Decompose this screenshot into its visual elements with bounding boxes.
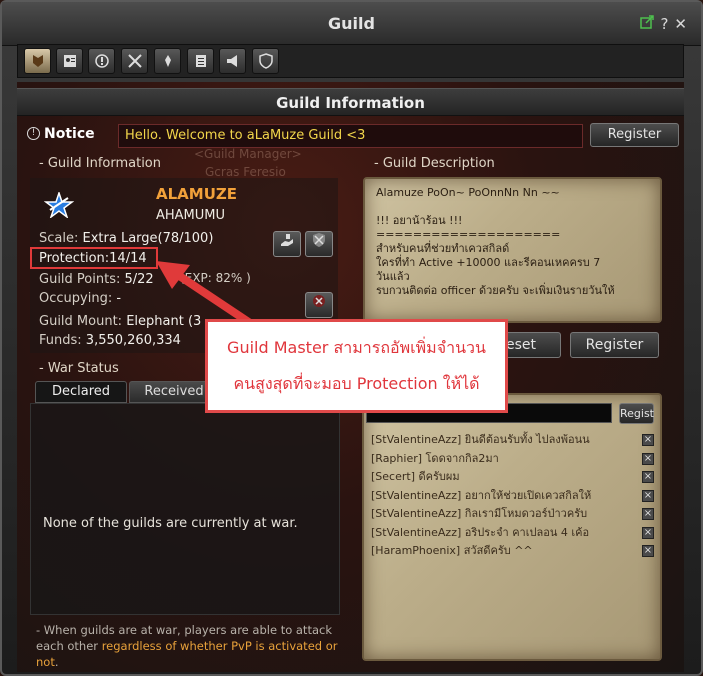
occupying-label: Occupying:: [39, 291, 113, 306]
chat-message: [StValentineAzz] ยินดีต้อนรับทั้ง ไปลงพ้…: [371, 431, 661, 450]
callout-line-1: Guild Master สามารถอัพเพิ่มจำนวน: [227, 338, 486, 357]
chat-message-text: [StValentineAzz] ยินดีต้อนรับทั้ง ไปลงพ้…: [371, 433, 590, 446]
war-status-section-title: - War Status: [39, 361, 119, 376]
window-title: Guild: [328, 14, 375, 33]
guild-desc-section-title: - Guild Description: [374, 156, 495, 171]
notice-icon[interactable]: [88, 48, 115, 74]
popout-icon[interactable]: [640, 15, 655, 32]
annotation-callout: Guild Master สามารถอัพเพิ่มจำนวน คนสูงสุ…: [205, 319, 508, 413]
delete-icon[interactable]: ×: [642, 526, 654, 539]
funds-value: 3,550,260,334: [85, 333, 181, 348]
member-icon[interactable]: [56, 48, 83, 74]
tab-declared[interactable]: Declared: [35, 381, 127, 403]
delete-icon[interactable]: ×: [642, 508, 654, 520]
ghost-text: Gcras Feresio: [205, 165, 286, 179]
delete-icon[interactable]: ×: [642, 452, 654, 465]
occupying-value: -: [116, 291, 122, 306]
chat-message-text: [Secert] ดีครับผม: [371, 470, 460, 483]
chat-message: [Secert] ดีครับผม ×: [371, 468, 661, 487]
chat-list: [StValentineAzz] ยินดีต้อนรับทั้ง ไปลงพ้…: [371, 431, 661, 561]
chat-message: [HaramPhoenix] สวัสดีครับ ^^ ×: [371, 542, 661, 561]
callout-line-2: คนสูงสุดที่จะมอบ Protection ให้ได้: [233, 374, 480, 393]
chat-message: [StValentineAzz] อริประจำ คาเปลอน 4 เค้อ…: [371, 524, 661, 543]
war-list-panel: [30, 403, 340, 615]
notice-register-button[interactable]: Register: [590, 123, 679, 147]
delete-icon[interactable]: ×: [642, 489, 654, 502]
chat-message-text: [StValentineAzz] กิลเรามีโหมดวอร์ป่าวครั…: [371, 507, 588, 520]
guild-logo-icon: [43, 190, 75, 220]
points-row: Guild Points: 5/22: [39, 272, 154, 287]
delete-icon[interactable]: ×: [642, 545, 654, 557]
chat-message: [StValentineAzz] กิลเรามีโหมดวอร์ป่าวครั…: [371, 505, 661, 524]
delete-icon[interactable]: ×: [642, 471, 654, 483]
guild-info-section-title: - Guild Information: [39, 156, 161, 171]
delete-icon[interactable]: ×: [642, 434, 654, 446]
protection-highlight: [30, 247, 158, 269]
scale-row: Scale: Extra Large(78/100): [39, 231, 213, 246]
guild-description-text: Alamuze PoOn~ PoOnnNn Nn ~~ !!! อยาน้าร้…: [376, 186, 615, 297]
scale-value: Extra Large(78/100): [82, 231, 214, 246]
chat-message-text: [StValentineAzz] อยากให้ช่วยเปิดเควสกิลใ…: [371, 488, 592, 502]
regist-button[interactable]: Regist: [619, 403, 654, 424]
war-icon[interactable]: [121, 48, 148, 74]
funds-label: Funds:: [39, 333, 82, 348]
notice-label: Notice: [44, 126, 95, 142]
description-register-button[interactable]: Register: [570, 332, 659, 358]
guild-icon[interactable]: [24, 48, 51, 74]
points-label: Guild Points:: [39, 272, 121, 287]
funds-row: Funds: 3,550,260,334: [39, 333, 181, 348]
help-icon[interactable]: ?: [660, 16, 668, 32]
close-icon[interactable]: ✕: [674, 16, 687, 32]
mount-label: Guild Mount:: [39, 314, 123, 329]
shield-icon[interactable]: [252, 48, 279, 74]
ghost-text: <Guild Manager>: [194, 147, 302, 161]
chat-message-text: [HaramPhoenix] สวัสดีครับ ^^: [371, 544, 533, 557]
guild-toolbar: [17, 44, 684, 78]
rank-icon[interactable]: [154, 48, 181, 74]
scale-label: Scale:: [39, 231, 79, 246]
chat-message-text: [Raphier] โดดจากกิล2มา: [371, 451, 499, 465]
war-empty-message: None of the guilds are currently at war.: [43, 516, 298, 531]
donate-icon[interactable]: [273, 231, 301, 257]
occupying-row: Occupying: -: [39, 291, 121, 306]
page-title: Guild Information: [276, 94, 425, 112]
footer-text-end: .: [54, 655, 59, 669]
war-footer-note: - When guilds are at war, players are ab…: [36, 622, 346, 670]
notice-info-icon: !: [27, 127, 40, 140]
guild-name: ALAMUZE: [156, 185, 238, 203]
mount-icon[interactable]: [305, 292, 333, 318]
log-icon[interactable]: [187, 48, 214, 74]
chat-message-text: [StValentineAzz] อริประจำ คาเปลอน 4 เค้อ: [371, 525, 590, 539]
guild-subtitle: AHAMUMU: [156, 208, 226, 223]
chat-message: [StValentineAzz] อยากให้ช่วยเปิดเควสกิลใ…: [371, 487, 661, 506]
section-header: Guild Information: [17, 88, 684, 116]
notice-input[interactable]: Hello. Welcome to aLaMuze Guild <3: [118, 124, 583, 148]
title-bar[interactable]: Guild ? ✕: [2, 2, 701, 46]
chat-message: [Raphier] โดดจากกิล2มา ×: [371, 450, 661, 469]
guild-war-icon[interactable]: [305, 231, 333, 257]
announce-icon[interactable]: [219, 48, 246, 74]
